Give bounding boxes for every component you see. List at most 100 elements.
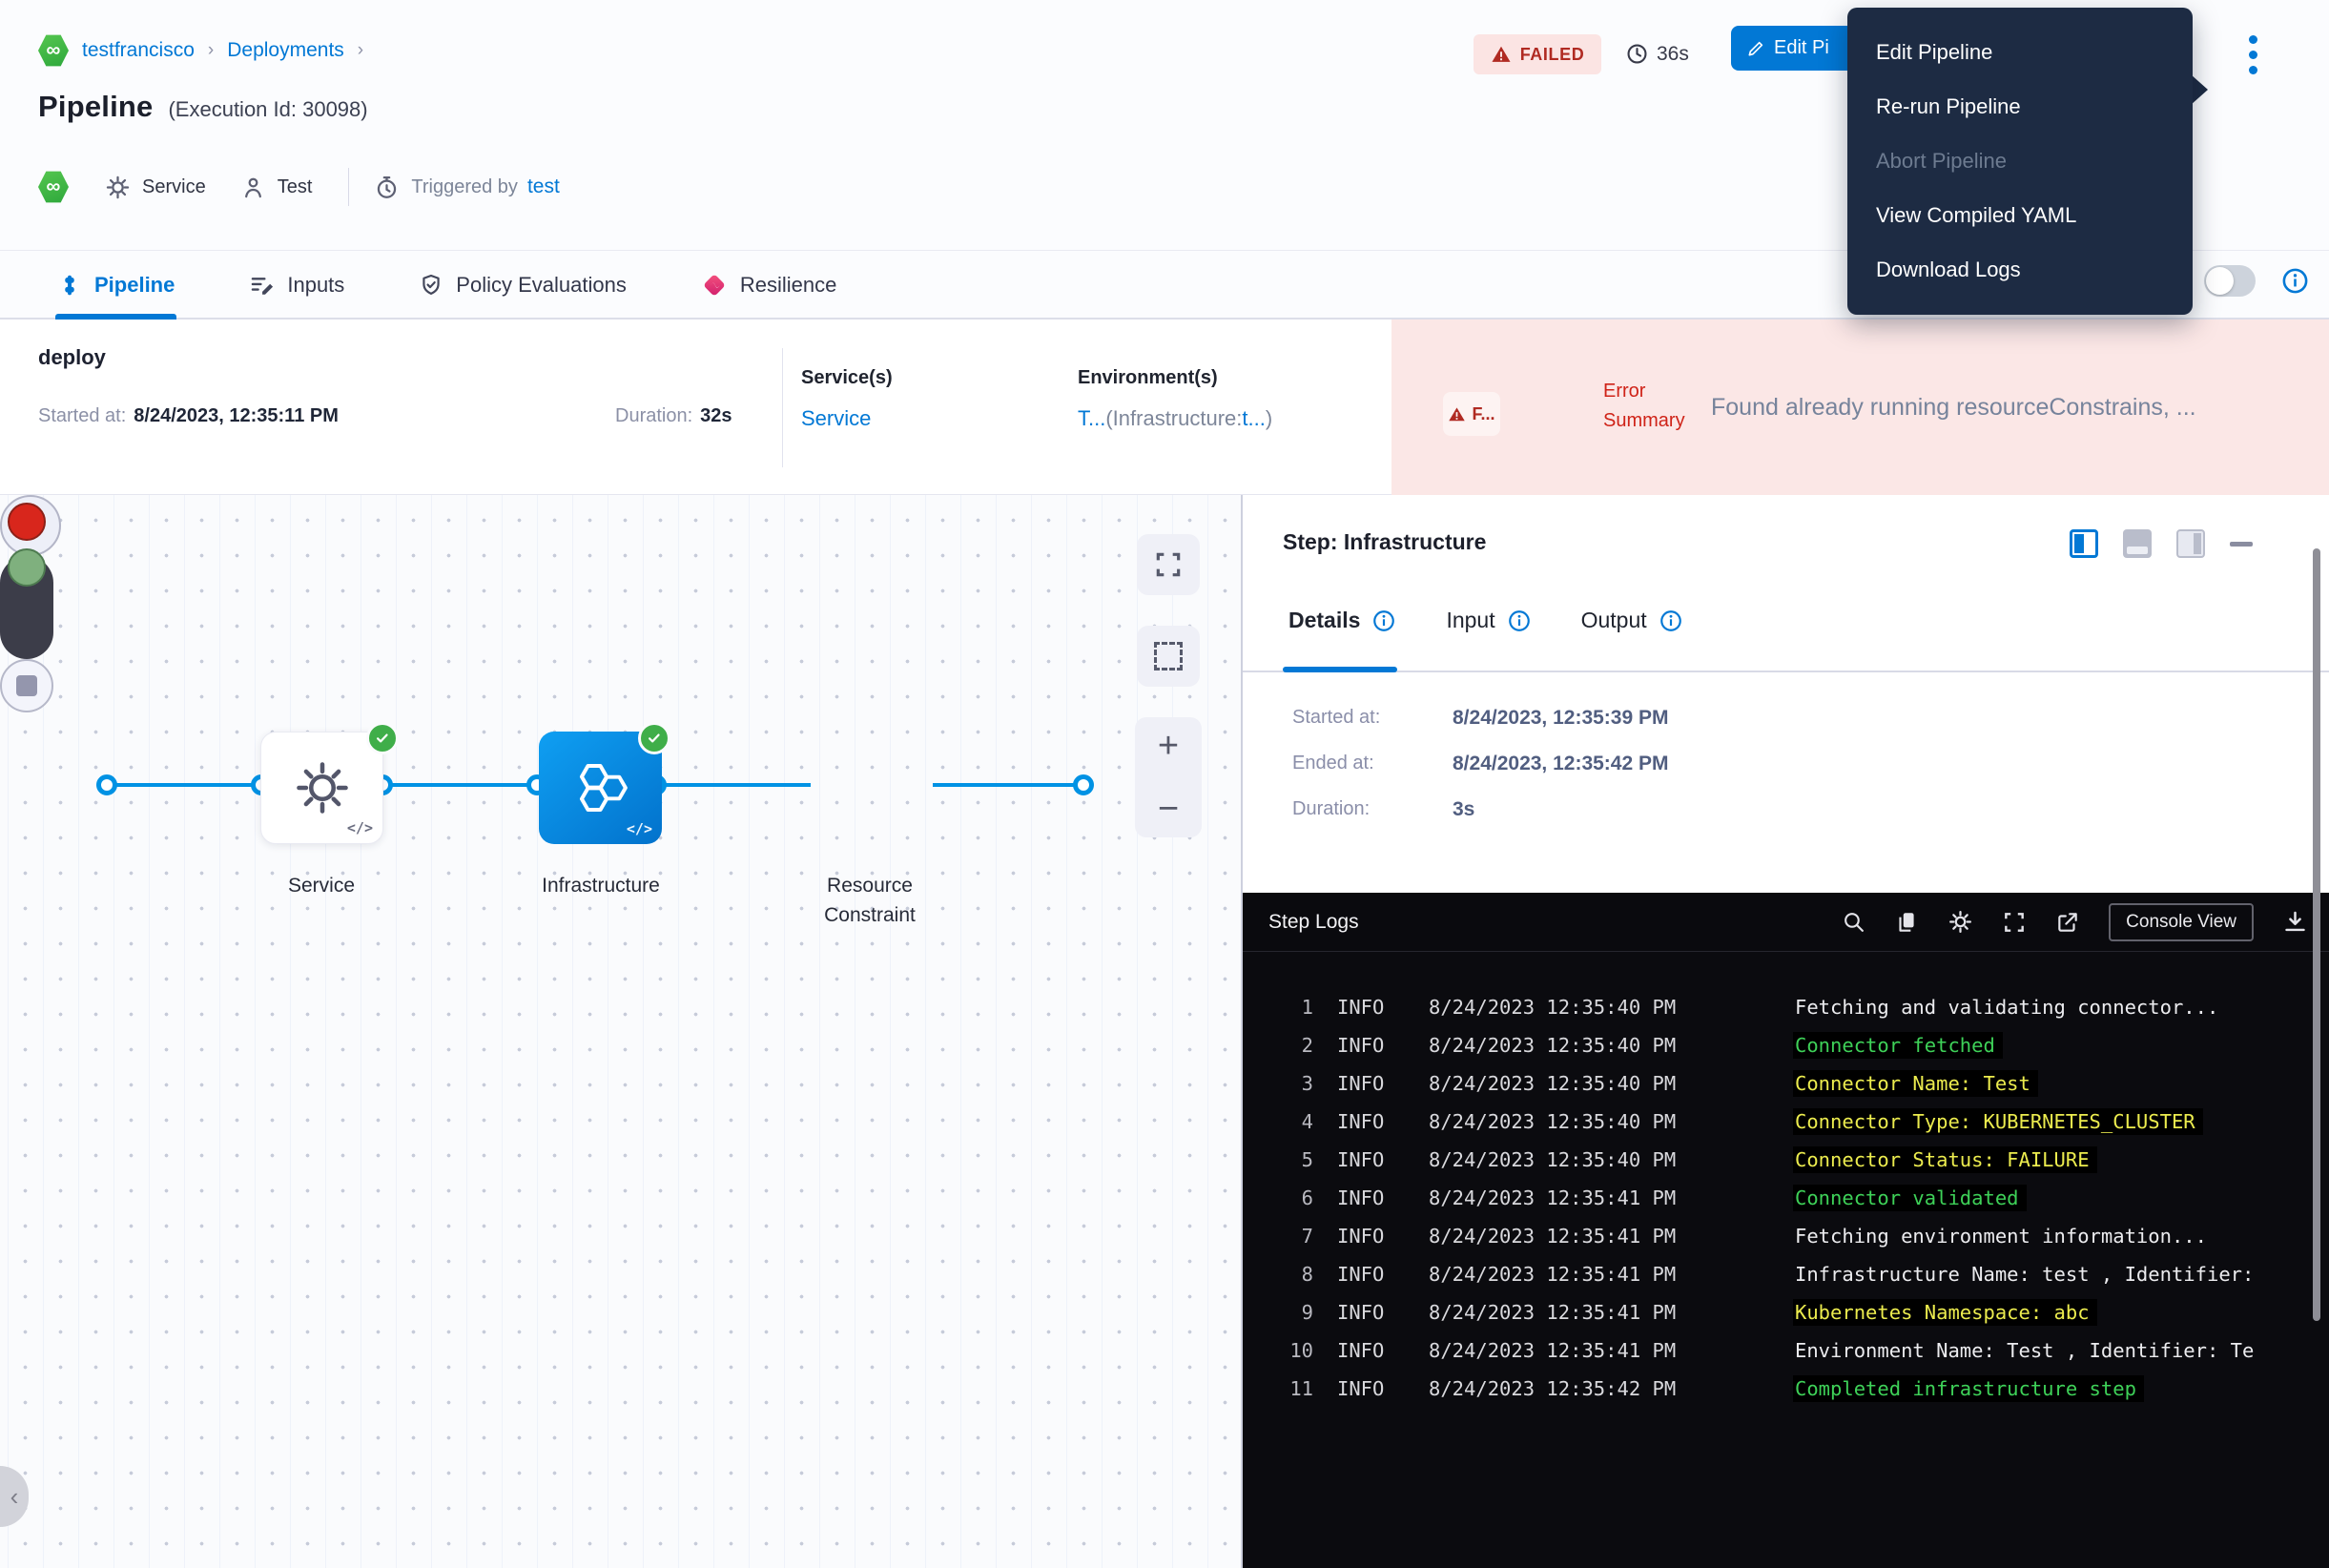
menu-item-rerun-pipeline[interactable]: Re-run Pipeline — [1847, 79, 2193, 134]
tab-policy-evaluations[interactable]: Policy Evaluations — [419, 252, 627, 318]
console-header: Step Logs Console View — [1243, 893, 2329, 952]
step-panel-title: Step: Infrastructure — [1283, 529, 1486, 555]
pencil-icon — [1746, 39, 1765, 58]
breadcrumb-org-link[interactable]: testfrancisco — [82, 39, 195, 62]
environment-link[interactable]: T...(Infrastructure:t...) — [1078, 406, 1272, 431]
triggered-by-label: Triggered by — [411, 176, 518, 198]
console-view-button[interactable]: Console View — [2109, 903, 2254, 941]
search-icon[interactable] — [1842, 910, 1865, 934]
log-line: 1INFO8/24/2023 12:35:40 PMFetching and v… — [1268, 988, 2329, 1026]
services-header: Service(s) — [801, 367, 893, 389]
log-cell: 5 — [1268, 1148, 1313, 1171]
yaml-code-glyph: </> — [627, 820, 652, 837]
log-lines[interactable]: 1INFO8/24/2023 12:35:40 PMFetching and v… — [1243, 952, 2329, 1408]
chevron-right-icon: › — [208, 40, 214, 61]
stage-duration: Duration: 32s — [615, 405, 732, 427]
tab-pipeline[interactable]: Pipeline — [57, 252, 175, 318]
layout-left-icon[interactable] — [2070, 529, 2098, 558]
log-message: Fetching and validating connector... — [1795, 996, 2329, 1019]
resilience-icon — [701, 272, 728, 299]
tab-resilience[interactable]: Resilience — [701, 252, 837, 318]
pipeline-canvas[interactable]: </> </> Service Infrastructure Resource … — [0, 495, 1242, 1568]
log-cell: 11 — [1268, 1377, 1313, 1400]
gear-icon — [105, 175, 131, 200]
log-cell: INFO — [1313, 1110, 1429, 1133]
vertical-scrollbar[interactable] — [2313, 548, 2320, 1321]
console-toolbar: Console View — [1842, 903, 2308, 941]
step-logs-console: Step Logs Console View — [1243, 893, 2329, 1568]
menu-item-edit-pipeline[interactable]: Edit Pipeline — [1847, 25, 2193, 79]
log-line: 6INFO8/24/2023 12:35:41 PMConnector vali… — [1268, 1179, 2329, 1217]
log-line: 2INFO8/24/2023 12:35:40 PMConnector fetc… — [1268, 1026, 2329, 1064]
harness-module-icon: ∞ — [38, 34, 69, 67]
edge — [656, 783, 811, 787]
console-title: Step Logs — [1268, 911, 1359, 934]
minimize-panel-icon[interactable] — [2230, 542, 2253, 547]
log-cell: 1 — [1268, 996, 1313, 1019]
execution-id: (Execution Id: 30098) — [168, 97, 367, 122]
copy-icon[interactable] — [1894, 910, 1919, 935]
log-cell: 8/24/2023 12:35:42 PM — [1429, 1377, 1795, 1400]
log-cell: INFO — [1313, 1263, 1429, 1286]
service-link[interactable]: Service — [801, 406, 893, 431]
canvas-select-button[interactable] — [1137, 626, 1200, 687]
gear-icon — [292, 757, 353, 818]
node-label-infrastructure: Infrastructure — [505, 871, 696, 900]
error-summary-message[interactable]: Found already running resourceConstrains… — [1711, 394, 2321, 422]
download-icon[interactable] — [2282, 909, 2308, 935]
view-toggle[interactable] — [2204, 265, 2256, 297]
field-ended-at: Ended at: 8/24/2023, 12:35:42 PM — [1292, 753, 1669, 775]
node-label-resource-constraint: Resource Constraint — [794, 871, 946, 930]
elapsed-time: 36s — [1625, 42, 1689, 66]
layout-bottom-icon[interactable] — [2123, 529, 2152, 558]
menu-arrow — [2191, 74, 2208, 105]
tab-input[interactable]: Input — [1446, 608, 1531, 633]
info-icon[interactable] — [1371, 609, 1396, 633]
log-cell: INFO — [1313, 996, 1429, 1019]
breadcrumb-deployments-link[interactable]: Deployments — [227, 39, 344, 62]
log-cell: 8/24/2023 12:35:40 PM — [1429, 996, 1795, 1019]
kebab-menu-icon[interactable] — [2241, 32, 2264, 76]
yaml-code-glyph: </> — [347, 819, 373, 836]
tab-output[interactable]: Output — [1581, 608, 1683, 633]
log-cell: 2 — [1268, 1034, 1313, 1057]
trigger-type-label: Test — [278, 176, 313, 198]
tab-details[interactable]: Details — [1288, 608, 1396, 633]
layout-right-icon[interactable] — [2176, 529, 2205, 558]
zoom-in-button[interactable]: + — [1158, 727, 1179, 765]
menu-item-abort-pipeline: Abort Pipeline — [1847, 134, 2193, 188]
end-node[interactable] — [0, 659, 53, 712]
canvas-fullscreen-button[interactable] — [1137, 534, 1200, 595]
menu-item-view-compiled-yaml[interactable]: View Compiled YAML — [1847, 189, 2193, 243]
stage-summary-bar: deploy Started at: 8/24/2023, 12:35:11 P… — [0, 320, 2329, 495]
stopwatch-icon — [374, 175, 400, 200]
info-icon[interactable] — [2280, 266, 2310, 296]
log-line: 10INFO8/24/2023 12:35:41 PMEnvironment N… — [1268, 1331, 2329, 1370]
external-link-icon[interactable] — [2055, 910, 2080, 935]
tab-inputs[interactable]: Inputs — [249, 252, 344, 318]
triggered-by-user[interactable]: test — [527, 175, 560, 198]
info-icon[interactable] — [1507, 609, 1532, 633]
log-cell: INFO — [1313, 1301, 1429, 1324]
log-cell: 10 — [1268, 1339, 1313, 1362]
stage-name[interactable]: deploy — [38, 345, 106, 370]
service-node[interactable]: </> — [260, 732, 383, 844]
step-details-panel: Step: Infrastructure Details Input Outpu… — [1243, 495, 2329, 1568]
edit-pipeline-button[interactable]: Edit Pi — [1731, 26, 1851, 71]
log-cell: INFO — [1313, 1072, 1429, 1095]
log-message: Connector Type: KUBERNETES_CLUSTER — [1793, 1108, 2203, 1135]
log-cell: 8/24/2023 12:35:41 PM — [1429, 1339, 1795, 1362]
cd-module-icon: ∞ — [38, 171, 69, 203]
log-cell: INFO — [1313, 1339, 1429, 1362]
hexagons-icon — [567, 757, 634, 818]
fullscreen-icon[interactable] — [2002, 910, 2027, 935]
stage-started: Started at: 8/24/2023, 12:35:11 PM — [38, 405, 339, 427]
log-line: 5INFO8/24/2023 12:35:40 PMConnector Stat… — [1268, 1141, 2329, 1179]
fullscreen-icon — [1153, 549, 1184, 580]
settings-gear-icon[interactable] — [1948, 909, 1973, 935]
info-icon[interactable] — [1659, 609, 1683, 633]
zoom-out-button[interactable]: − — [1158, 790, 1179, 828]
menu-item-download-logs[interactable]: Download Logs — [1847, 243, 2193, 298]
resource-constraint-node[interactable] — [0, 556, 53, 659]
stop-icon — [16, 675, 37, 696]
